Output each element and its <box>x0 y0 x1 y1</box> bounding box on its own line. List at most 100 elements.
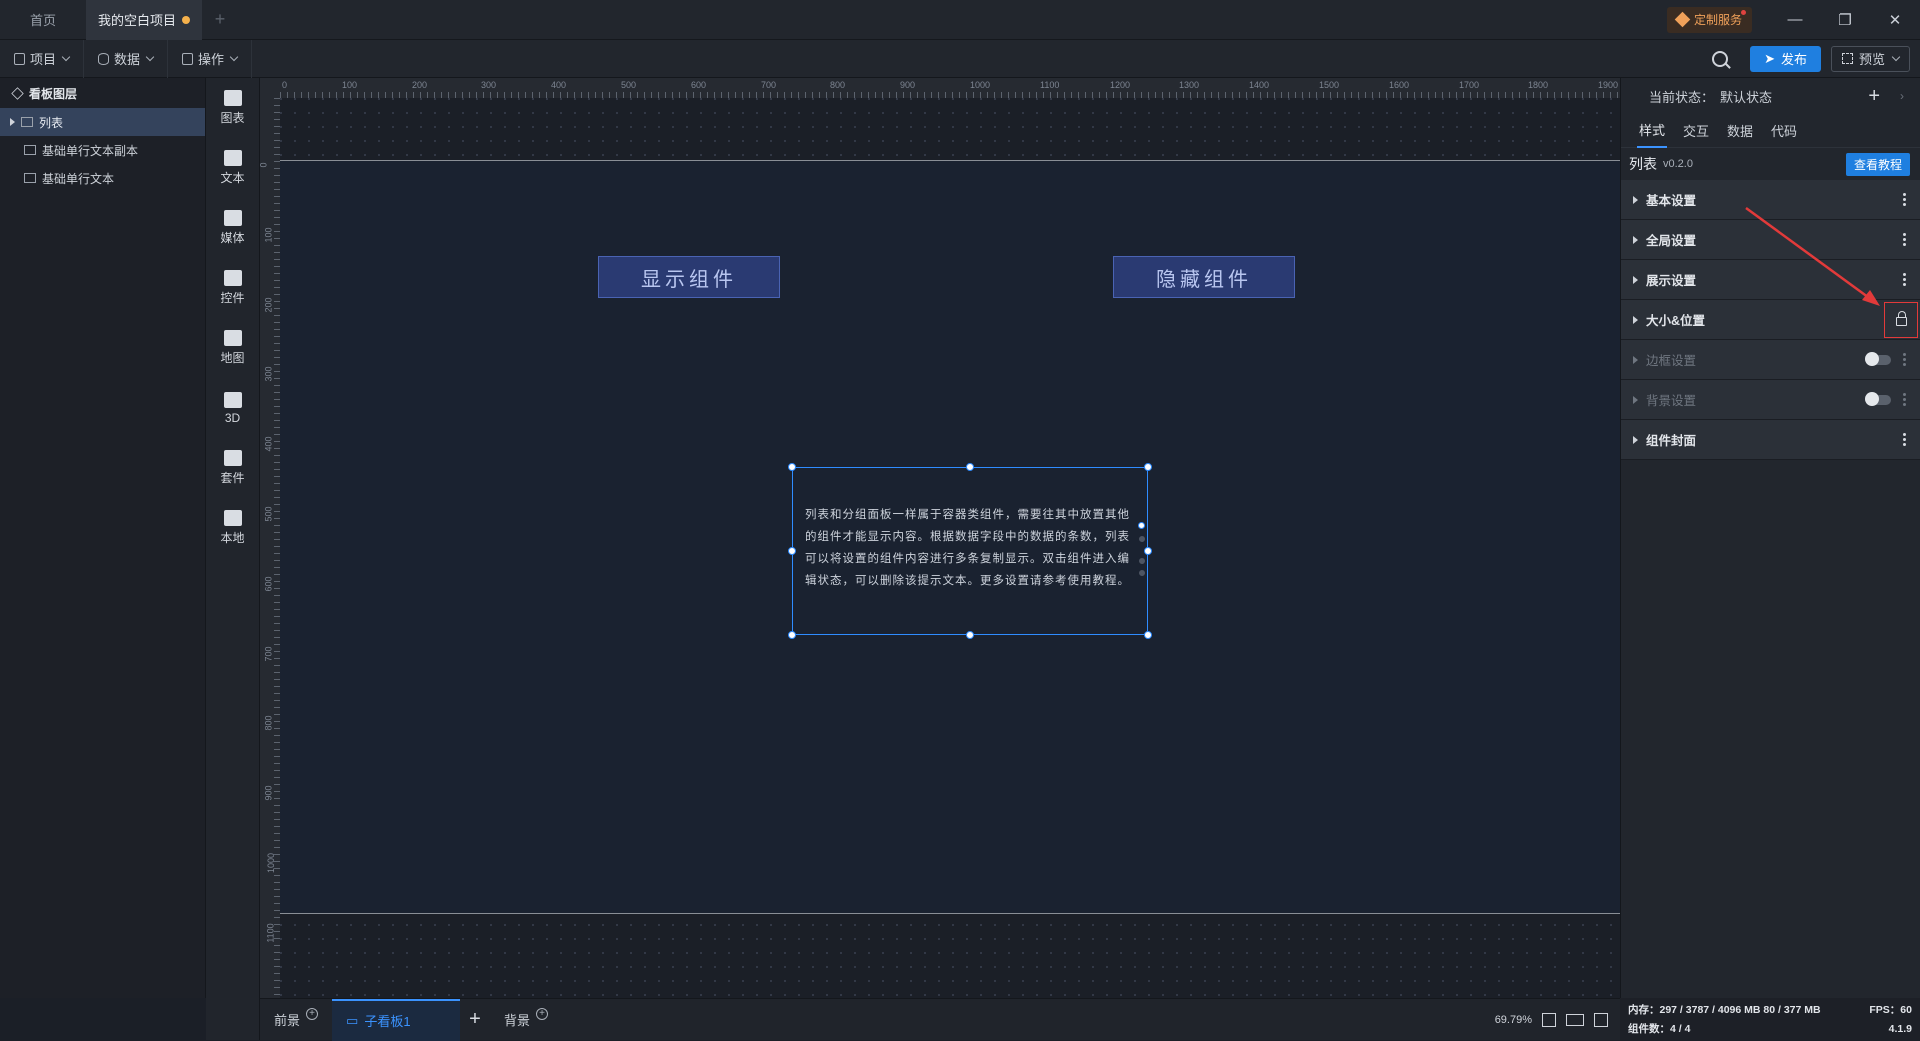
tab-data[interactable]: 数据 <box>1725 114 1755 148</box>
show-component-button[interactable]: 显示组件 <box>598 256 780 298</box>
scroll-grip <box>1139 570 1145 576</box>
border-toggle[interactable] <box>1865 351 1891 366</box>
resize-handle-tr[interactable] <box>1144 463 1152 471</box>
tool-map[interactable]: 地图 <box>206 318 259 378</box>
section-label: 组件封面 <box>1646 434 1697 448</box>
minimize-button[interactable]: — <box>1770 0 1820 40</box>
layer-item-text-copy[interactable]: 基础单行文本副本 <box>0 136 205 164</box>
ruler-tick-label: 300 <box>481 80 497 90</box>
lock-icon[interactable] <box>1895 311 1907 326</box>
layer-item-text[interactable]: 基础单行文本 <box>0 164 205 192</box>
keyboard-icon[interactable] <box>1566 1013 1584 1026</box>
tool-text[interactable]: 文本 <box>206 138 259 198</box>
menu-data[interactable]: 数据 <box>84 39 169 78</box>
tool-3d[interactable]: 3D <box>206 378 259 438</box>
tutorial-button[interactable]: 查看教程 <box>1845 152 1910 176</box>
tool-chart[interactable]: 图表 <box>206 78 259 138</box>
caret-right-icon[interactable] <box>10 118 15 126</box>
ruler-tick-label: 600 <box>691 80 707 90</box>
hide-component-button[interactable]: 隐藏组件 <box>1113 256 1295 298</box>
tool-control[interactable]: 控件 <box>206 258 259 318</box>
ruler-tick-label: 400 <box>551 80 567 90</box>
fit-screen-icon[interactable] <box>1542 1012 1556 1027</box>
more-icon[interactable] <box>1899 273 1910 286</box>
add-circle-icon[interactable]: + <box>306 1007 319 1020</box>
canvas[interactable]: 0 100 200 300 400 500 600 700 800 900 1000 1100 1200… <box>260 78 1620 998</box>
screen-area[interactable]: 显示组件 隐藏组件 列表和分组面板一样属于容器类组件，需要往其中放置其他的组件才… <box>280 160 1620 914</box>
new-tab-button[interactable]: + <box>202 0 238 40</box>
section-label: 大小&位置 <box>1646 314 1706 328</box>
ruler-tick-label: 1100 <box>265 923 276 943</box>
ruler-tick-label: 1700 <box>1459 80 1480 90</box>
caret-right-icon <box>1633 275 1638 284</box>
section-border[interactable]: 边框设置 <box>1621 340 1920 380</box>
scroll-handle[interactable] <box>1138 522 1145 529</box>
publish-button[interactable]: ➤ 发布 <box>1750 45 1821 72</box>
ruler-tick-label: 700 <box>263 646 274 662</box>
close-button[interactable]: ✕ <box>1870 0 1920 40</box>
file-stack-icon <box>223 270 242 286</box>
chevron-down-icon <box>145 52 155 62</box>
menu-operate-label: 操作 <box>198 52 225 67</box>
state-value[interactable]: 默认状态 <box>1720 87 1772 106</box>
resize-handle-r[interactable] <box>1144 547 1152 555</box>
more-icon[interactable] <box>1899 433 1910 446</box>
publish-label: 发布 <box>1780 52 1807 67</box>
tool-label: 文本 <box>220 171 245 185</box>
add-state-button[interactable]: + <box>1868 85 1880 108</box>
fullscreen-icon <box>1841 53 1853 64</box>
board-tab-label: 前景 <box>274 1013 301 1028</box>
list-widget[interactable]: 列表和分组面板一样属于容器类组件，需要往其中放置其他的组件才能显示内容。根据数据… <box>788 463 1152 639</box>
more-icon[interactable] <box>1899 233 1910 246</box>
search-icon[interactable] <box>1712 50 1729 67</box>
zoom-level[interactable]: 69.79% <box>1495 1014 1532 1026</box>
ruler-tick-label: 100 <box>342 80 358 90</box>
resize-handle-t[interactable] <box>966 463 974 471</box>
restore-button[interactable]: ❐ <box>1820 0 1870 40</box>
section-actions <box>1865 391 1910 406</box>
ruler-tick-label: 0 <box>282 80 288 90</box>
tool-local[interactable]: 本地 <box>206 498 259 558</box>
tab-code[interactable]: 代码 <box>1769 114 1799 148</box>
ruler-tick-label: 1600 <box>1389 80 1410 90</box>
caret-right-icon <box>1633 235 1638 244</box>
menu-bar: 项目 数据 操作 ➤ 发布 预览 <box>0 39 1920 78</box>
layers-title: 看板图层 <box>0 78 205 108</box>
more-icon[interactable] <box>1899 193 1910 206</box>
menu-data-label: 数据 <box>114 52 141 67</box>
menu-project[interactable]: 项目 <box>0 39 85 78</box>
add-circle-icon[interactable]: + <box>536 1007 549 1020</box>
board-tab-front[interactable]: 前景 + <box>260 999 332 1041</box>
background-toggle[interactable] <box>1865 391 1891 406</box>
status-bar: 内存：297 / 3787 / 4096 MB 80 / 377 MB FPS：… <box>1620 998 1920 1040</box>
ruler-tick-label: 1000 <box>970 80 991 90</box>
board-tab-back[interactable]: 背景 + <box>490 999 562 1041</box>
section-background[interactable]: 背景设置 <box>1621 380 1920 420</box>
terminal-icon[interactable] <box>1594 1012 1608 1027</box>
tab-interaction[interactable]: 交互 <box>1681 114 1711 148</box>
section-cover[interactable]: 组件封面 <box>1621 420 1920 460</box>
tool-media[interactable]: 媒体 <box>206 198 259 258</box>
tab-style[interactable]: 样式 <box>1637 114 1668 148</box>
resize-handle-bl[interactable] <box>788 631 796 639</box>
custom-service-button[interactable]: 定制服务 <box>1666 6 1752 33</box>
more-icon[interactable] <box>1899 393 1910 406</box>
lock-highlight-box[interactable] <box>1884 301 1918 338</box>
resize-handle-br[interactable] <box>1144 631 1152 639</box>
preview-button[interactable]: 预览 <box>1830 45 1910 72</box>
board-tab-sub[interactable]: ▭ 子看板1 <box>332 998 461 1041</box>
more-icon[interactable] <box>1899 353 1910 366</box>
resize-handle-tl[interactable] <box>788 463 796 471</box>
resize-handle-l[interactable] <box>788 547 796 555</box>
tool-label: 套件 <box>220 471 245 485</box>
resize-handle-b[interactable] <box>966 631 974 639</box>
tool-kit[interactable]: 套件 <box>206 438 259 498</box>
tab-project[interactable]: 我的空白项目 <box>86 0 202 40</box>
tab-home[interactable]: 首页 <box>0 0 86 40</box>
tool-label: 3D <box>224 410 241 425</box>
tab-project-label: 我的空白项目 <box>98 13 177 28</box>
add-board-button[interactable]: + <box>460 999 490 1041</box>
menu-operate[interactable]: 操作 <box>168 39 253 78</box>
layer-item-list[interactable]: 列表 <box>0 108 205 136</box>
chevron-right-icon[interactable]: › <box>1900 89 1904 103</box>
